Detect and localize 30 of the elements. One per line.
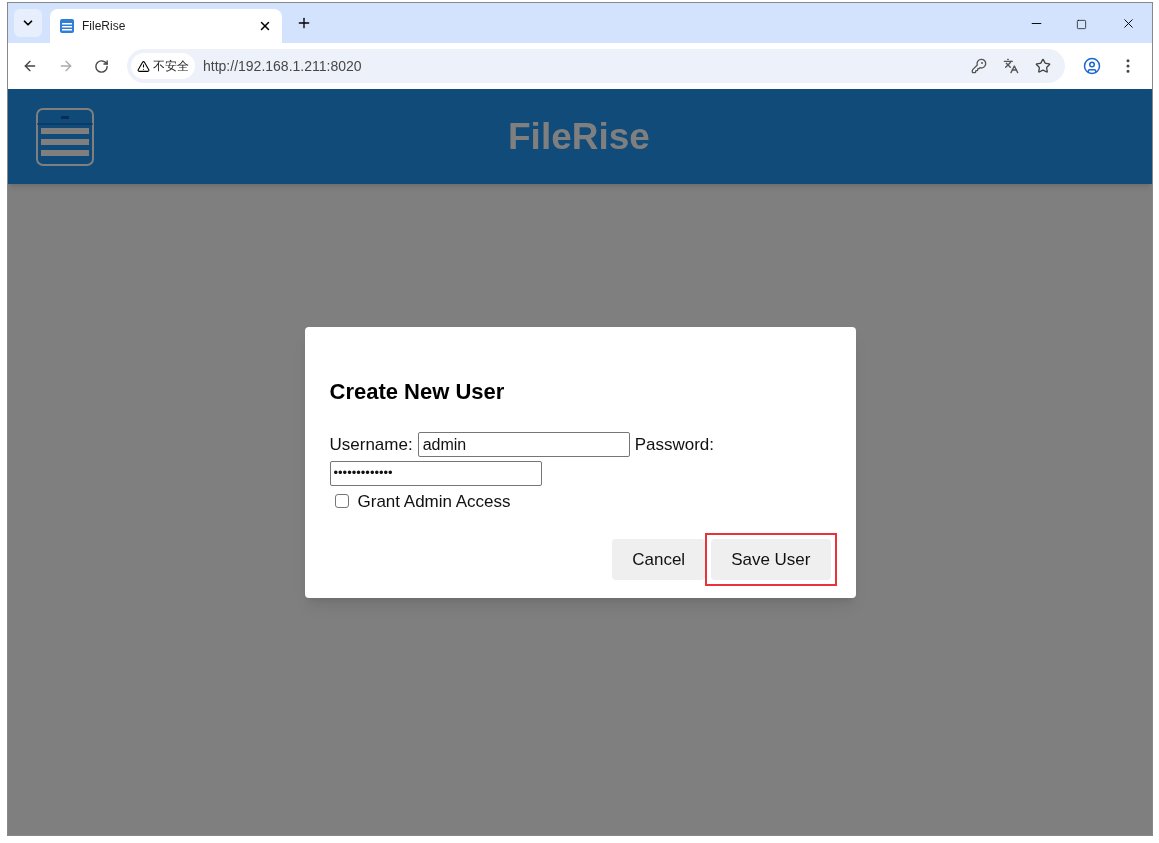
password-field[interactable]: ••••••••••••• xyxy=(329,460,542,486)
browser-tab[interactable]: FileRise xyxy=(50,9,282,43)
back-icon[interactable] xyxy=(22,58,38,74)
password-label: Password: xyxy=(634,434,714,456)
dialog-button[interactable]: Save User xyxy=(711,539,831,580)
new-tab-icon[interactable] xyxy=(296,15,312,31)
profile-icon[interactable] xyxy=(1083,57,1101,75)
tab-favicon-icon xyxy=(60,19,74,33)
address-bar[interactable]: 不安全 http://192.168.1.211:8020 xyxy=(127,49,1065,83)
close-tab-icon[interactable] xyxy=(258,19,272,33)
warning-icon xyxy=(137,59,150,73)
key-icon[interactable] xyxy=(971,58,987,74)
close-window-icon[interactable] xyxy=(1121,16,1136,31)
star-icon[interactable] xyxy=(1035,58,1051,74)
maximize-icon[interactable] xyxy=(1076,19,1087,30)
translate-icon[interactable] xyxy=(1003,58,1019,74)
dialog-button[interactable]: Cancel xyxy=(612,539,706,580)
reload-icon[interactable] xyxy=(94,58,109,74)
app-title: FileRise xyxy=(508,114,650,159)
dialog-title: Create New User xyxy=(329,378,506,406)
security-chip[interactable]: 不安全 xyxy=(131,53,195,79)
server-logo-icon[interactable] xyxy=(36,107,94,166)
tab-title: FileRise xyxy=(82,18,127,35)
admin-access-label: Grant Admin Access xyxy=(357,490,511,513)
username-label: Username: xyxy=(329,434,413,456)
security-label: 不安全 xyxy=(153,58,189,75)
admin-access-checkbox[interactable] xyxy=(334,494,349,509)
tab-list-button[interactable] xyxy=(14,9,42,37)
url-text: http://192.168.1.211:8020 xyxy=(203,56,363,76)
username-field[interactable]: admin xyxy=(417,432,630,458)
